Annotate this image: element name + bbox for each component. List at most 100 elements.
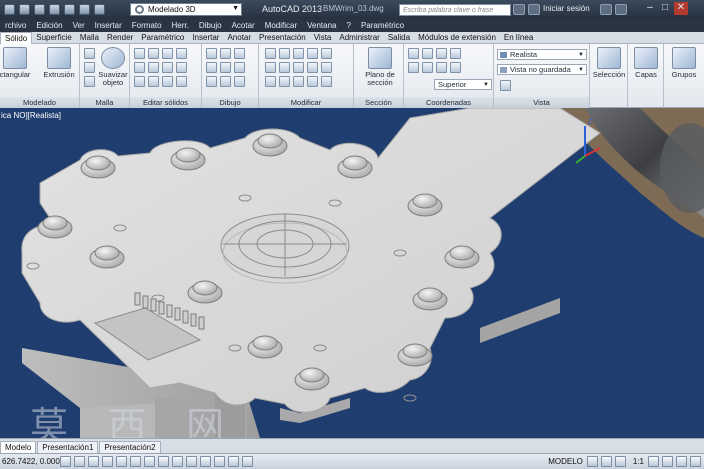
undo-icon[interactable] [64, 4, 75, 15]
interfere-icon[interactable] [148, 76, 159, 87]
menu-file[interactable]: rchivo [0, 21, 31, 30]
trim-icon[interactable] [279, 62, 290, 73]
clean-screen-icon[interactable] [690, 456, 701, 467]
visual-style-select[interactable]: Realista ▼ [497, 49, 587, 60]
exchange-icon[interactable] [600, 4, 612, 15]
new-file-icon[interactable] [19, 4, 30, 15]
tab-addins[interactable]: Módulos de extensión [414, 33, 500, 42]
tab-layout[interactable]: Presentación [255, 33, 310, 42]
tab-parametric[interactable]: Paramétrico [137, 33, 188, 42]
scale-icon[interactable] [321, 48, 332, 59]
align-icon[interactable] [265, 76, 276, 87]
tab-view[interactable]: Vista [310, 33, 336, 42]
tab-render[interactable]: Render [103, 33, 137, 42]
signin-button[interactable]: Iniciar sesión [543, 4, 590, 13]
union-icon[interactable] [134, 48, 145, 59]
save-icon[interactable] [49, 4, 60, 15]
imprint-icon[interactable] [148, 62, 159, 73]
join-icon[interactable] [321, 76, 332, 87]
copy-icon[interactable] [293, 48, 304, 59]
open-file-icon[interactable] [34, 4, 45, 15]
infer-constraints-icon[interactable] [60, 456, 71, 467]
quick-view-drawings-icon[interactable] [600, 456, 612, 467]
intersect-icon[interactable] [162, 48, 173, 59]
snap-icon[interactable] [74, 456, 85, 467]
app-menu-icon[interactable] [4, 4, 15, 15]
panel-title-modify[interactable]: Modificar [259, 97, 353, 108]
panel-title-coordinates[interactable]: Coordenadas [404, 97, 493, 108]
selection-cycling-icon[interactable] [242, 456, 253, 467]
menu-insert[interactable]: Insertar [90, 21, 127, 30]
help-icon[interactable] [615, 4, 627, 15]
user-icon[interactable] [528, 4, 540, 15]
layers-button[interactable]: Capas [630, 47, 662, 79]
tab-insert[interactable]: Insertar [188, 33, 223, 42]
menu-view[interactable]: Ver [68, 21, 90, 30]
dyn-icon[interactable] [186, 456, 197, 467]
3d-osnap-icon[interactable] [144, 456, 155, 467]
menu-parametric[interactable]: Paramétrico [356, 21, 409, 30]
rectangle-icon[interactable] [220, 62, 231, 73]
tab-annotate[interactable]: Anotar [223, 33, 255, 42]
chamfer-icon[interactable] [307, 76, 318, 87]
tab-layout2[interactable]: Presentación2 [99, 441, 161, 453]
tab-mesh[interactable]: Malla [76, 33, 103, 42]
box-button[interactable]: ctangular [0, 47, 36, 79]
named-view-select[interactable]: Vista no guardada ▼ [497, 64, 587, 75]
tab-solid[interactable]: Sólido [0, 31, 33, 44]
polyline-icon[interactable] [220, 48, 231, 59]
model-space-button[interactable]: MODELO [544, 457, 587, 466]
explode-icon[interactable] [279, 76, 290, 87]
menu-tools[interactable]: Herr. [167, 21, 194, 30]
mesh-refine-icon[interactable] [84, 76, 95, 87]
ortho-icon[interactable] [102, 456, 113, 467]
clean-icon[interactable] [176, 62, 187, 73]
panel-title-mesh[interactable]: Malla [80, 97, 129, 108]
drawing-viewport[interactable]: Z ica NO][Realista] [0, 108, 704, 438]
lock-icon[interactable] [662, 456, 673, 467]
tab-online[interactable]: En línea [500, 33, 537, 42]
groups-button[interactable]: Grupos [666, 47, 702, 79]
annotation-visibility-icon[interactable] [614, 456, 626, 467]
quick-view-layouts-icon[interactable] [586, 456, 598, 467]
menu-window[interactable]: Ventana [302, 21, 341, 30]
menu-dimension[interactable]: Acotar [227, 21, 260, 30]
tab-layout1[interactable]: Presentación1 [37, 441, 99, 453]
panel-title-solid-edit[interactable]: Editar sólidos [130, 97, 201, 108]
annotation-scale[interactable]: 1:1 [629, 457, 648, 466]
separate-icon[interactable] [162, 62, 173, 73]
panel-title-modeling[interactable]: Modelado [0, 97, 79, 108]
extract-edges-icon[interactable] [162, 76, 173, 87]
polygon-icon[interactable] [206, 76, 217, 87]
section-plane-button[interactable]: Plano de sección [360, 47, 400, 87]
lineweight-icon[interactable] [200, 456, 211, 467]
ucs-3point-icon[interactable] [436, 62, 447, 73]
ucs-view-select[interactable]: Superior ▼ [434, 79, 492, 90]
line-icon[interactable] [206, 48, 217, 59]
menu-modify[interactable]: Modificar [260, 21, 302, 30]
move-icon[interactable] [265, 48, 276, 59]
otrack-icon[interactable] [158, 456, 169, 467]
rotate-icon[interactable] [279, 48, 290, 59]
redo-icon[interactable] [79, 4, 90, 15]
ducs-icon[interactable] [172, 456, 183, 467]
workspace-select[interactable]: Modelado 3D ▼ [130, 3, 242, 16]
mirror-icon[interactable] [307, 48, 318, 59]
spline-icon[interactable] [234, 62, 245, 73]
menu-edit[interactable]: Edición [31, 21, 67, 30]
polar-icon[interactable] [116, 456, 127, 467]
menu-format[interactable]: Formato [127, 21, 167, 30]
panel-title-view[interactable]: Vista [494, 97, 589, 108]
stretch-icon[interactable] [265, 62, 276, 73]
ucs-z-icon[interactable] [408, 62, 419, 73]
mesh-convert-icon[interactable] [84, 62, 95, 73]
isolate-icon[interactable] [676, 456, 687, 467]
grid-icon[interactable] [88, 456, 99, 467]
plot-icon[interactable] [94, 4, 105, 15]
fillet-icon[interactable] [293, 62, 304, 73]
tab-surface[interactable]: Superficie [32, 33, 76, 42]
selection-button[interactable]: Selección [592, 47, 626, 79]
search-input[interactable]: Escriba palabra clave o frase [399, 4, 511, 16]
transparency-icon[interactable] [214, 456, 225, 467]
ucs-y-icon[interactable] [450, 48, 461, 59]
